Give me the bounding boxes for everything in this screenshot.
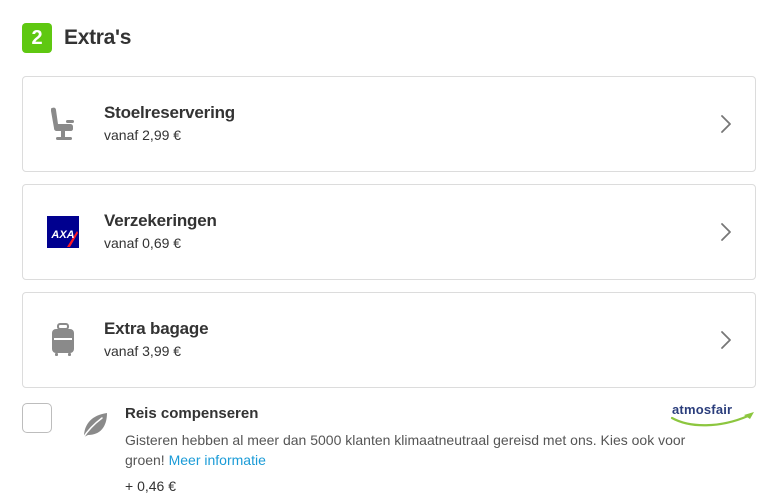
compensation-checkbox[interactable] <box>22 403 52 433</box>
chevron-right-icon <box>721 115 731 133</box>
axa-logo-icon: AXA <box>47 213 79 251</box>
card-price: vanaf 2,99 € <box>104 127 182 143</box>
extra-baggage-card[interactable]: Extra bagage vanaf 3,99 € <box>22 292 756 388</box>
compensation-title: Reis compenseren <box>125 405 259 422</box>
leaf-icon <box>82 413 107 439</box>
luggage-icon <box>47 321 79 359</box>
card-price: vanaf 3,99 € <box>104 343 182 359</box>
section-header: 2 Extra's <box>22 23 131 53</box>
card-price: vanaf 0,69 € <box>104 235 182 251</box>
chevron-right-icon <box>721 331 731 349</box>
section-title: Extra's <box>64 26 132 49</box>
card-title: Stoelreservering <box>104 103 235 122</box>
compensation-price: + 0,46 € <box>125 478 176 494</box>
card-title: Verzekeringen <box>104 211 217 230</box>
seat-reservation-card[interactable]: Stoelreservering vanaf 2,99 € <box>22 76 756 172</box>
card-title: Extra bagage <box>104 319 209 338</box>
swoosh-icon <box>670 412 754 427</box>
more-info-link[interactable]: Meer informatie <box>169 452 266 468</box>
compensation-description: Gisteren hebben al meer dan 5000 klanten… <box>125 430 695 470</box>
carbon-compensation-option: Reis compenseren Gisteren hebben al meer… <box>22 402 756 502</box>
atmosfair-logo: atmosfair <box>670 402 758 428</box>
step-badge: 2 <box>22 23 52 53</box>
chevron-right-icon <box>721 223 731 241</box>
svg-text:AXA: AXA <box>50 229 74 241</box>
insurance-card[interactable]: AXA Verzekeringen vanaf 0,69 € <box>22 184 756 280</box>
seat-icon <box>47 105 79 143</box>
